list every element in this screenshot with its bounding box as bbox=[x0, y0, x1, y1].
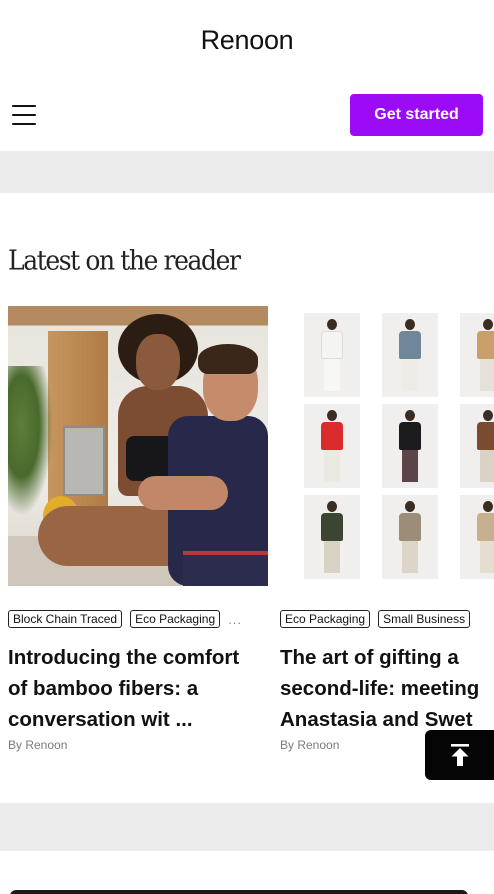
article-byline: By Renoon bbox=[8, 738, 68, 752]
get-started-button[interactable]: Get started bbox=[350, 94, 483, 136]
brand-header: Renoon bbox=[0, 0, 494, 80]
article-image[interactable] bbox=[8, 306, 268, 586]
article-card[interactable]: Block Chain Traced Eco Packaging ... Int… bbox=[8, 306, 268, 752]
section-title: Latest on the reader bbox=[8, 244, 241, 276]
gray-divider-band bbox=[0, 803, 494, 851]
tag[interactable]: Eco Packaging bbox=[280, 610, 371, 628]
tag-list: Block Chain Traced Eco Packaging ... bbox=[8, 610, 268, 628]
tag[interactable]: Small Business bbox=[378, 610, 471, 628]
article-image[interactable] bbox=[280, 306, 494, 586]
scroll-to-top-button[interactable] bbox=[425, 730, 494, 780]
tag-list: Eco Packaging Small Business bbox=[280, 610, 494, 628]
tag[interactable]: Eco Packaging bbox=[130, 610, 221, 628]
brand-logo[interactable]: Renoon bbox=[201, 25, 294, 56]
gray-divider-band bbox=[0, 151, 494, 193]
article-title[interactable]: The art of gifting a second-life: meetin… bbox=[280, 642, 494, 735]
article-carousel[interactable]: Block Chain Traced Eco Packaging ... Int… bbox=[8, 306, 494, 756]
article-card[interactable]: Eco Packaging Small Business The art of … bbox=[280, 306, 494, 752]
more-tags-indicator: ... bbox=[228, 611, 242, 627]
bottom-sheet-edge bbox=[10, 890, 468, 894]
nav-bar: Get started bbox=[0, 80, 494, 150]
hamburger-icon[interactable] bbox=[12, 105, 36, 125]
tag[interactable]: Block Chain Traced bbox=[8, 610, 123, 628]
arrow-up-to-top-icon bbox=[450, 744, 469, 766]
article-title[interactable]: Introducing the comfort of bamboo fibers… bbox=[8, 642, 268, 735]
